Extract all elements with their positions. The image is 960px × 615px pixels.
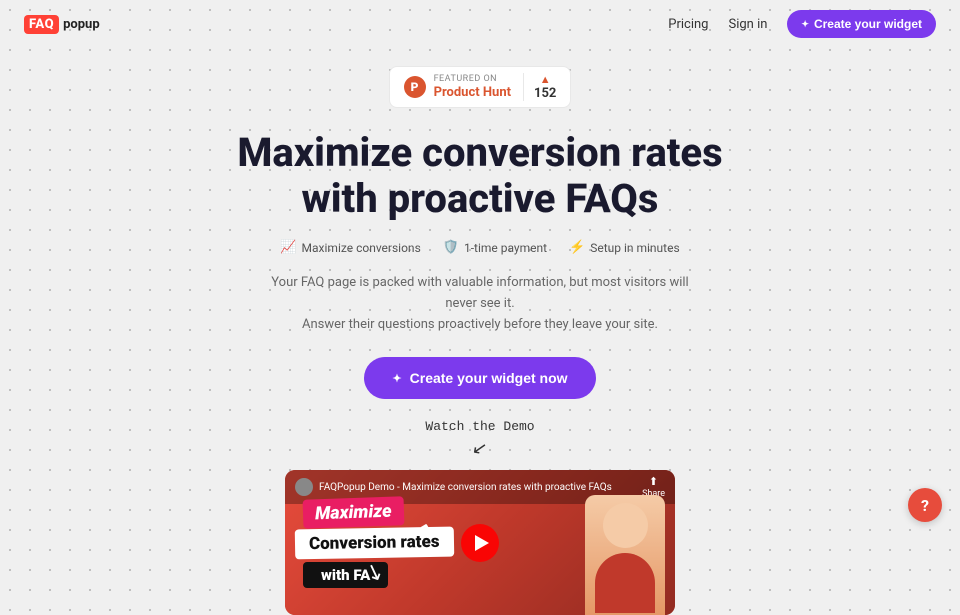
pricing-link[interactable]: Pricing [668,17,708,32]
nav-right: Pricing Sign in Create your widget [668,10,936,38]
video-title-text: FAQPopup Demo - Maximize conversion rate… [319,482,612,493]
pill-maximize: 📈 Maximize conversions [280,240,420,255]
navbar: FAQ popup Pricing Sign in Create your wi… [0,0,960,48]
setup-icon: ⚡ [569,240,585,255]
pill-setup: ⚡ Setup in minutes [569,240,680,255]
play-button[interactable] [461,524,499,562]
demo-arrow-icon: ↙ [471,439,489,459]
product-hunt-score: ▲ 152 [523,73,556,101]
person-head [603,503,648,548]
maximize-icon: 📈 [280,240,296,255]
hero-subtext: Your FAQ page is packed with valuable in… [270,273,690,335]
hero-headline: Maximize conversion rates with proactive… [237,130,722,222]
pill-payment: 🛡️ 1-time payment [443,240,547,255]
video-title-left: FAQPopup Demo - Maximize conversion rate… [295,478,612,496]
pill-setup-label: Setup in minutes [590,241,679,255]
pill-maximize-label: Maximize conversions [302,241,421,255]
upvote-arrow-icon: ▲ [540,73,551,86]
play-triangle-icon [475,535,489,551]
video-person [585,495,665,615]
product-hunt-logo: P [404,76,426,98]
person-body [595,553,655,613]
payment-icon: 🛡️ [443,240,459,255]
watch-demo-section: Watch the Demo ↙ [425,419,534,458]
hero-cta-button[interactable]: Create your widget now [364,357,595,399]
video-text-maximize: Maximize [303,497,405,529]
nav-cta-button[interactable]: Create your widget [787,10,936,38]
featured-label: FEATURED ON [434,74,498,85]
logo[interactable]: FAQ popup [24,15,100,34]
share-icon: ⬆ [649,475,658,488]
signin-link[interactable]: Sign in [728,17,767,32]
feature-pills: 📈 Maximize conversions 🛡️ 1-time payment… [280,240,679,255]
upvote-count: 152 [534,86,556,101]
logo-faq-text: FAQ [24,15,59,34]
demo-video[interactable]: FAQPopup Demo - Maximize conversion rate… [285,470,675,615]
pill-payment-label: 1-time payment [464,241,547,255]
product-hunt-name: Product Hunt [434,85,511,101]
main-content: P FEATURED ON Product Hunt ▲ 152 Maximiz… [0,48,960,615]
help-button[interactable]: ? [908,488,942,522]
product-hunt-text: FEATURED ON Product Hunt [434,74,511,100]
product-hunt-badge[interactable]: P FEATURED ON Product Hunt ▲ 152 [389,66,572,108]
watch-demo-text: Watch the Demo [425,419,534,434]
logo-popup-text: popup [63,17,100,32]
video-channel-avatar [295,478,313,496]
